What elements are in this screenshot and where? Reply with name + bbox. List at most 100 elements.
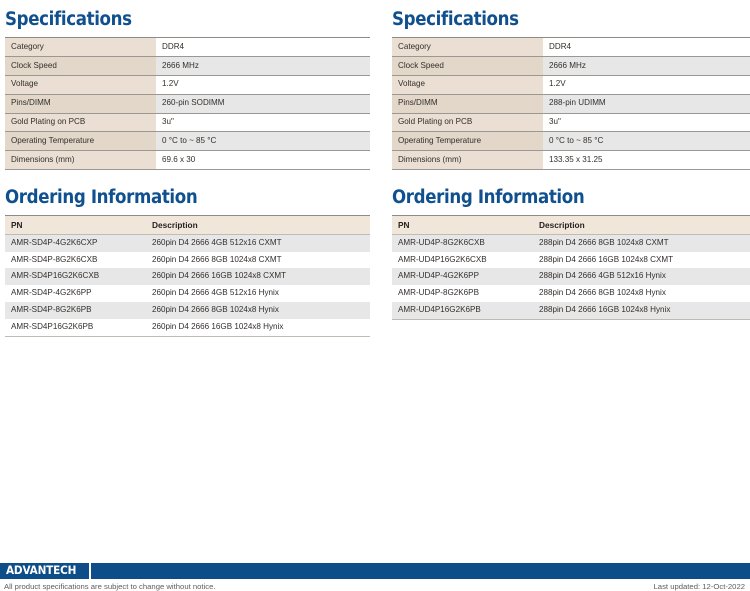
column-header-description: Description [533, 215, 750, 235]
order-description-cell: 288pin D4 2666 8GB 1024x8 CXMT [533, 234, 750, 252]
order-description-cell: 288pin D4 2666 16GB 1024x8 Hynix [533, 301, 750, 320]
order-pn-cell: AMR-SD4P16G2K6PB [5, 318, 146, 337]
order-pn-cell: AMR-SD4P-8G2K6CXB [5, 251, 146, 269]
order-description-cell: 260pin D4 2666 16GB 1024x8 Hynix [146, 318, 370, 337]
table-row: AMR-SD4P-4G2K6CXP 260pin D4 2666 4GB 512x… [5, 234, 370, 252]
spec-body-right: Category DDR4 Clock Speed 2666 MHz Voltage 1.… [392, 37, 750, 170]
column-header-pn: PN [5, 215, 146, 235]
table-row: Pins/DIMM 260-pin SODIMM [5, 94, 370, 114]
order-description-cell: 260pin D4 2666 4GB 512x16 Hynix [146, 285, 370, 302]
column-header-pn: PN [392, 215, 533, 235]
table-row: AMR-UD4P-8G2K6PB 288pin D4 2666 8GB 1024x… [392, 285, 750, 302]
spec-label-cell: Clock Speed [392, 56, 543, 76]
order-pn-cell: AMR-UD4P16G2K6CXB [392, 251, 533, 269]
logo-divider [89, 562, 92, 579]
spec-label-cell: Operating Temperature [392, 131, 543, 152]
table-row: AMR-SD4P16G2K6CXB 260pin D4 2666 16GB 102… [5, 268, 370, 286]
table-row: AMR-SD4P-4G2K6PP 260pin D4 2666 4GB 512x1… [5, 285, 370, 302]
spec-value-cell: 2666 MHz [543, 56, 750, 76]
ordering-table-left: PN Description AMR-SD4P-4G2K6CXP 260pin D… [5, 215, 370, 337]
order-pn-cell: AMR-SD4P16G2K6CXB [5, 268, 146, 286]
ordering-body-right: AMR-UD4P-8G2K6CXB 288pin D4 2666 8GB 1024… [392, 234, 750, 320]
specifications-table-right: Category DDR4 Clock Speed 2666 MHz Voltage 1.… [392, 37, 750, 170]
spec-value-cell: 260-pin SODIMM [156, 94, 370, 114]
order-pn-cell: AMR-SD4P-8G2K6PB [5, 301, 146, 319]
spec-label-cell: Operating Temperature [5, 131, 156, 152]
order-pn-cell: AMR-SD4P-4G2K6CXP [5, 234, 146, 252]
table-row: Pins/DIMM 288-pin UDIMM [392, 94, 750, 114]
table-row: AMR-UD4P16G2K6PB 288pin D4 2666 16GB 1024… [392, 301, 750, 320]
table-row: Operating Temperature 0 °C to ~ 85 °C [392, 131, 750, 152]
order-pn-cell: AMR-UD4P-8G2K6CXB [392, 234, 533, 252]
table-header-row: PN Description [392, 215, 750, 235]
advantech-logo: ADVANTECH [0, 563, 89, 579]
table-row: Clock Speed 2666 MHz [392, 56, 750, 76]
left-column: Specifications Category DDR4 Clock Speed 26… [5, 0, 370, 337]
page-footer: ADVANTECH All product specifications are… [0, 562, 750, 591]
spec-label-cell: Dimensions (mm) [5, 150, 156, 170]
spec-label-cell: Clock Speed [5, 56, 156, 76]
order-description-cell: 288pin D4 2666 16GB 1024x8 CXMT [533, 251, 750, 269]
specifications-table-left: Category DDR4 Clock Speed 2666 MHz Voltage 1.… [5, 37, 370, 170]
column-header-description: Description [146, 215, 370, 235]
ordering-body-left: AMR-SD4P-4G2K6CXP 260pin D4 2666 4GB 512x… [5, 234, 370, 337]
spec-label-cell: Voltage [5, 75, 156, 95]
table-row: AMR-SD4P16G2K6PB 260pin D4 2666 16GB 1024… [5, 318, 370, 337]
spec-value-cell: 1.2V [156, 75, 370, 95]
table-row: Voltage 1.2V [5, 75, 370, 95]
table-row: Dimensions (mm) 133.35 x 31.25 [392, 150, 750, 170]
table-row: Category DDR4 [392, 37, 750, 58]
ordering-head-right: PN Description [392, 215, 750, 235]
spec-label-cell: Pins/DIMM [5, 94, 156, 114]
spec-value-cell: 288-pin UDIMM [543, 94, 750, 114]
spec-value-cell: 3u" [156, 113, 370, 133]
order-description-cell: 260pin D4 2666 8GB 1024x8 CXMT [146, 251, 370, 269]
ordering-table-right: PN Description AMR-UD4P-8G2K6CXB 288pin D… [392, 215, 750, 320]
spec-value-cell: 69.6 x 30 [156, 150, 370, 170]
table-row: AMR-SD4P-8G2K6PB 260pin D4 2666 8GB 1024x… [5, 301, 370, 319]
table-row: Voltage 1.2V [392, 75, 750, 95]
table-row: AMR-UD4P16G2K6CXB 288pin D4 2666 16GB 102… [392, 251, 750, 269]
spec-value-cell: 1.2V [543, 75, 750, 95]
last-updated-text: Last updated: 12-Oct-2022 [653, 581, 745, 591]
order-description-cell: 260pin D4 2666 4GB 512x16 CXMT [146, 234, 370, 252]
order-description-cell: 260pin D4 2666 16GB 1024x8 CXMT [146, 268, 370, 286]
spec-body-left: Category DDR4 Clock Speed 2666 MHz Voltage 1.… [5, 37, 370, 170]
datasheet-page: Specifications Category DDR4 Clock Speed 26… [0, 0, 750, 591]
order-description-cell: 260pin D4 2666 8GB 1024x8 Hynix [146, 301, 370, 319]
spec-value-cell: DDR4 [543, 37, 750, 58]
order-pn-cell: AMR-UD4P-8G2K6PB [392, 285, 533, 302]
ordering-head-left: PN Description [5, 215, 370, 235]
table-row: Gold Plating on PCB 3u" [392, 113, 750, 133]
order-description-cell: 288pin D4 2666 8GB 1024x8 Hynix [533, 285, 750, 302]
disclaimer-text: All product specifications are subject t… [4, 581, 216, 591]
page-title-specifications-right: Specifications [392, 9, 519, 30]
advantech-logo-text: ADVANTECH [6, 563, 77, 578]
order-pn-cell: AMR-SD4P-4G2K6PP [5, 285, 146, 302]
table-row: AMR-UD4P-8G2K6CXB 288pin D4 2666 8GB 1024… [392, 234, 750, 252]
table-row: Category DDR4 [5, 37, 370, 58]
spec-value-cell: 0 °C to ~ 85 °C [156, 131, 370, 152]
footer-note-row: All product specifications are subject t… [0, 579, 750, 591]
order-pn-cell: AMR-UD4P16G2K6PB [392, 301, 533, 320]
table-header-row: PN Description [5, 215, 370, 235]
spec-value-cell: 3u" [543, 113, 750, 133]
spec-label-cell: Gold Plating on PCB [392, 113, 543, 133]
order-pn-cell: AMR-UD4P-4G2K6PP [392, 268, 533, 286]
page-title-ordering-right: Ordering Information [392, 186, 585, 208]
table-row: AMR-SD4P-8G2K6CXB 260pin D4 2666 8GB 1024… [5, 251, 370, 269]
order-description-cell: 288pin D4 2666 4GB 512x16 Hynix [533, 268, 750, 286]
spec-value-cell: 133.35 x 31.25 [543, 150, 750, 170]
table-row: Dimensions (mm) 69.6 x 30 [5, 150, 370, 170]
page-title-specifications-left: Specifications [5, 9, 132, 30]
table-row: AMR-UD4P-4G2K6PP 288pin D4 2666 4GB 512x1… [392, 268, 750, 286]
spec-label-cell: Gold Plating on PCB [5, 113, 156, 133]
spec-label-cell: Dimensions (mm) [392, 150, 543, 170]
spec-value-cell: 2666 MHz [156, 56, 370, 76]
right-column: Specifications Category DDR4 Clock Speed 26… [392, 0, 750, 337]
table-row: Operating Temperature 0 °C to ~ 85 °C [5, 131, 370, 152]
brand-bar: ADVANTECH [0, 562, 750, 579]
spec-value-cell: DDR4 [156, 37, 370, 58]
spec-label-cell: Voltage [392, 75, 543, 95]
table-row: Gold Plating on PCB 3u" [5, 113, 370, 133]
